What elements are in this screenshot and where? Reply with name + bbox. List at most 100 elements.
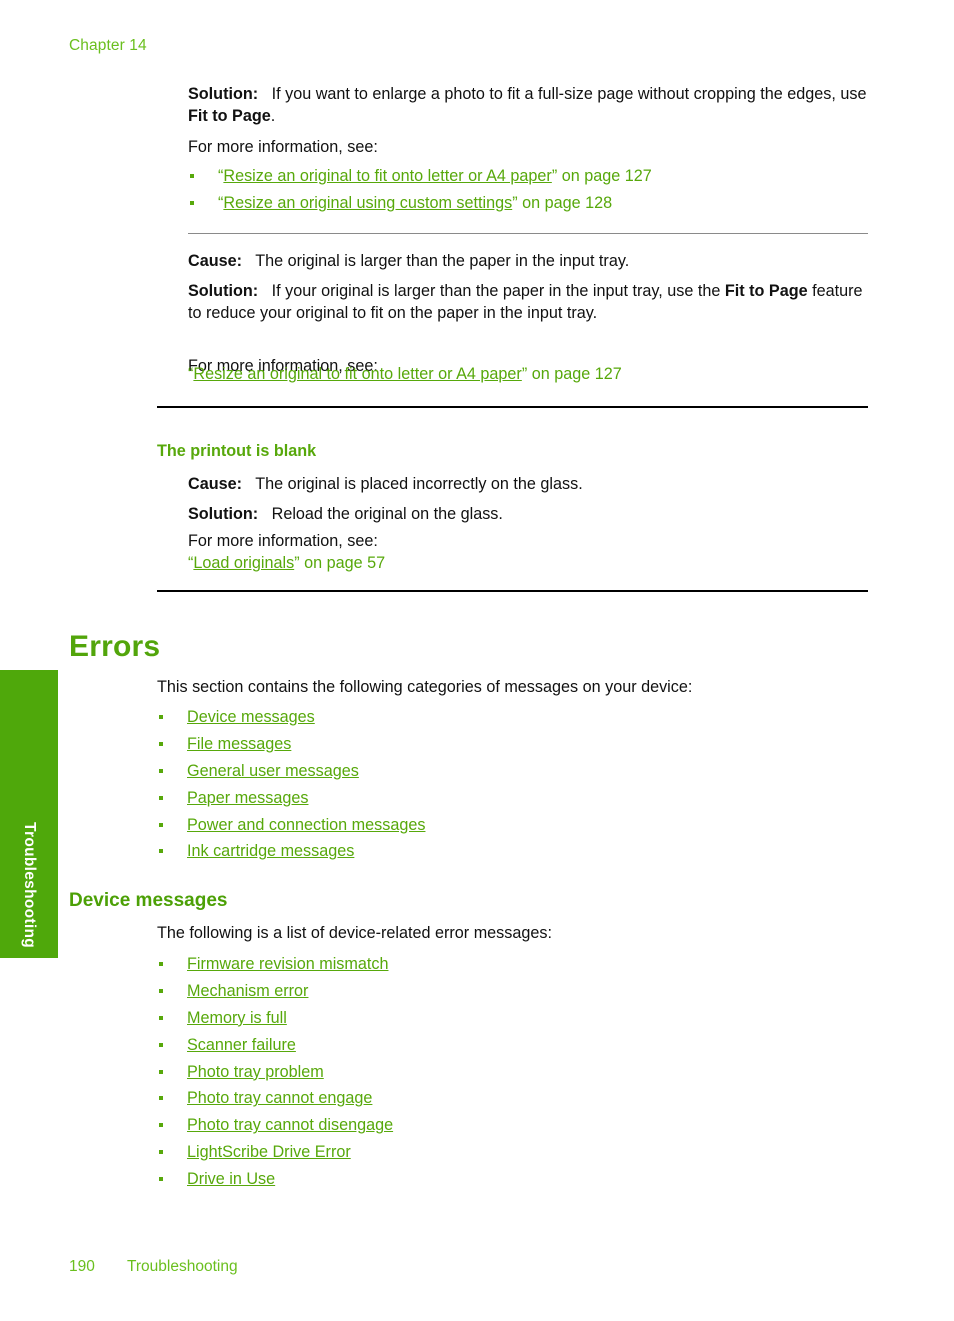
thick-divider-top <box>157 406 868 408</box>
solution-label: Solution: <box>188 282 259 300</box>
solution-text: Reload the original on the glass. <box>271 505 503 523</box>
page-ref: on page 128 <box>517 193 613 212</box>
solution-paragraph-3: Solution: Reload the original on the gla… <box>188 503 868 525</box>
list-item[interactable]: Photo tray cannot disengage <box>157 1114 868 1136</box>
cause-text: The original is larger than the paper in… <box>255 252 630 270</box>
errors-link-power-and-connection-messages[interactable]: Power and connection messages <box>187 816 425 834</box>
bullet-icon <box>159 1177 163 1182</box>
link-text[interactable]: Resize an original to fit onto letter or… <box>223 167 551 185</box>
link-text[interactable]: Resize an original to fit onto letter or… <box>193 365 521 383</box>
solution-label: Solution: <box>188 505 259 523</box>
page-ref: on page 127 <box>527 365 622 383</box>
subsection-heading-printout-blank: The printout is blank <box>157 442 317 460</box>
footer-section-name: Troubleshooting <box>127 1258 238 1275</box>
bullet-icon <box>159 1123 163 1128</box>
solution-text-b: . <box>270 107 276 126</box>
page-title-errors: Errors <box>69 630 161 663</box>
bullet-icon <box>190 174 194 178</box>
bullet-icon <box>159 741 163 746</box>
bullet-icon <box>159 1015 163 1020</box>
list-item[interactable]: “Resize an original using custom setting… <box>188 192 868 214</box>
bullet-icon <box>190 200 194 205</box>
solution-bold-fit-to-page: Fit to Page <box>188 107 271 126</box>
device-link-lightscribe-drive-error[interactable]: LightScribe Drive Error <box>187 1143 351 1161</box>
link-text[interactable]: Load originals <box>193 554 294 572</box>
device-link-photo-tray-problem[interactable]: Photo tray problem <box>187 1063 324 1081</box>
crossref-link-3[interactable]: “Resize an original to fit onto letter o… <box>188 365 622 383</box>
list-item[interactable]: Scanner failure <box>157 1034 868 1056</box>
bullet-icon <box>159 795 163 800</box>
device-link-photo-tray-cannot-disengage[interactable]: Photo tray cannot disengage <box>187 1116 393 1134</box>
page-ref: on page 57 <box>299 554 386 572</box>
list-item[interactable]: General user messages <box>157 760 868 782</box>
errors-intro: This section contains the following cate… <box>157 678 693 696</box>
list-item[interactable]: Firmware revision mismatch <box>157 953 868 975</box>
errors-link-file-messages[interactable]: File messages <box>187 735 291 753</box>
bullet-icon <box>159 822 163 827</box>
errors-link-general-user-messages[interactable]: General user messages <box>187 762 359 780</box>
device-link-mechanism-error[interactable]: Mechanism error <box>187 982 308 1000</box>
errors-link-list: Device messages File messages General us… <box>157 706 868 867</box>
cause-label: Cause: <box>188 475 242 493</box>
bullet-icon <box>159 1069 163 1074</box>
solution-text-a: If your original is larger than the pape… <box>271 282 725 300</box>
list-item[interactable]: Drive in Use <box>157 1168 868 1190</box>
solution-label: Solution: <box>188 85 259 103</box>
list-item[interactable]: Ink cartridge messages <box>157 840 868 862</box>
bullet-icon <box>159 1150 163 1155</box>
errors-link-paper-messages[interactable]: Paper messages <box>187 789 308 807</box>
device-link-scanner-failure[interactable]: Scanner failure <box>187 1036 296 1054</box>
list-item[interactable]: Memory is full <box>157 1007 868 1029</box>
list-item[interactable]: Photo tray problem <box>157 1061 868 1083</box>
list-item[interactable]: Photo tray cannot engage <box>157 1087 868 1109</box>
list-item[interactable]: Paper messages <box>157 787 868 809</box>
link-text[interactable]: Resize an original using custom settings <box>223 194 512 212</box>
list-item[interactable]: Power and connection messages <box>157 814 868 836</box>
crossref-list-1: “Resize an original to fit onto letter o… <box>188 165 868 219</box>
list-item[interactable]: Mechanism error <box>157 980 868 1002</box>
bullet-icon <box>159 1096 163 1101</box>
list-item[interactable]: “Resize an original to fit onto letter o… <box>188 165 868 187</box>
list-item[interactable]: Device messages <box>157 706 868 728</box>
bullet-icon <box>159 715 163 719</box>
page-ref: on page 127 <box>557 167 652 185</box>
solution-text-a: If you want to enlarge a photo to fit a … <box>271 85 867 103</box>
bullet-list: “Resize an original to fit onto letter o… <box>188 165 868 214</box>
thin-divider <box>188 233 868 234</box>
device-messages-intro: The following is a list of device-relate… <box>157 924 552 942</box>
bullet-icon <box>159 849 163 854</box>
cause-paragraph-2: Cause: The original is larger than the p… <box>188 250 868 272</box>
solution-bold-fit-to-page: Fit to Page <box>724 282 808 300</box>
errors-link-device-messages[interactable]: Device messages <box>187 708 315 726</box>
bullet-list: Firmware revision mismatch Mechanism err… <box>157 953 868 1190</box>
more-information-line-3: For more information, see: <box>188 532 378 550</box>
running-head-chapter: Chapter 14 <box>69 37 147 54</box>
crossref-link-4[interactable]: “Load originals” on page 57 <box>188 554 385 572</box>
thick-divider-bottom <box>157 590 868 592</box>
list-item[interactable]: LightScribe Drive Error <box>157 1141 868 1163</box>
page-footer: 190 Troubleshooting <box>69 1258 238 1276</box>
device-link-photo-tray-cannot-engage[interactable]: Photo tray cannot engage <box>187 1089 372 1107</box>
device-messages-link-list: Firmware revision mismatch Mechanism err… <box>157 953 868 1195</box>
solution-paragraph-1: Solution: If you want to enlarge a photo… <box>188 83 868 128</box>
bullet-icon <box>159 988 163 993</box>
bullet-icon <box>159 962 163 966</box>
crossref-standalone-3: “Load originals” on page 57 <box>188 552 868 574</box>
device-link-firmware-revision-mismatch[interactable]: Firmware revision mismatch <box>187 955 388 973</box>
bullet-icon <box>159 768 163 773</box>
section-heading-device-messages: Device messages <box>69 890 228 911</box>
cause-paragraph-3: Cause: The original is placed incorrectl… <box>188 473 868 495</box>
cause-text: The original is placed incorrectly on th… <box>255 475 583 493</box>
solution-paragraph-2: Solution: If your original is larger tha… <box>188 280 868 325</box>
footer-page-number: 190 <box>69 1258 95 1275</box>
crossref-link-1[interactable]: “Resize an original to fit onto letter o… <box>218 167 652 185</box>
crossref-link-2[interactable]: “Resize an original using custom setting… <box>218 194 612 212</box>
crossref-standalone-2: “Resize an original to fit onto letter o… <box>188 363 868 385</box>
list-item[interactable]: File messages <box>157 733 868 755</box>
device-link-drive-in-use[interactable]: Drive in Use <box>187 1170 275 1188</box>
side-tab-label: Troubleshooting <box>21 822 38 948</box>
errors-link-ink-cartridge-messages[interactable]: Ink cartridge messages <box>187 842 354 860</box>
cause-label: Cause: <box>188 252 242 270</box>
bullet-list: Device messages File messages General us… <box>157 706 868 863</box>
device-link-memory-is-full[interactable]: Memory is full <box>187 1009 287 1027</box>
